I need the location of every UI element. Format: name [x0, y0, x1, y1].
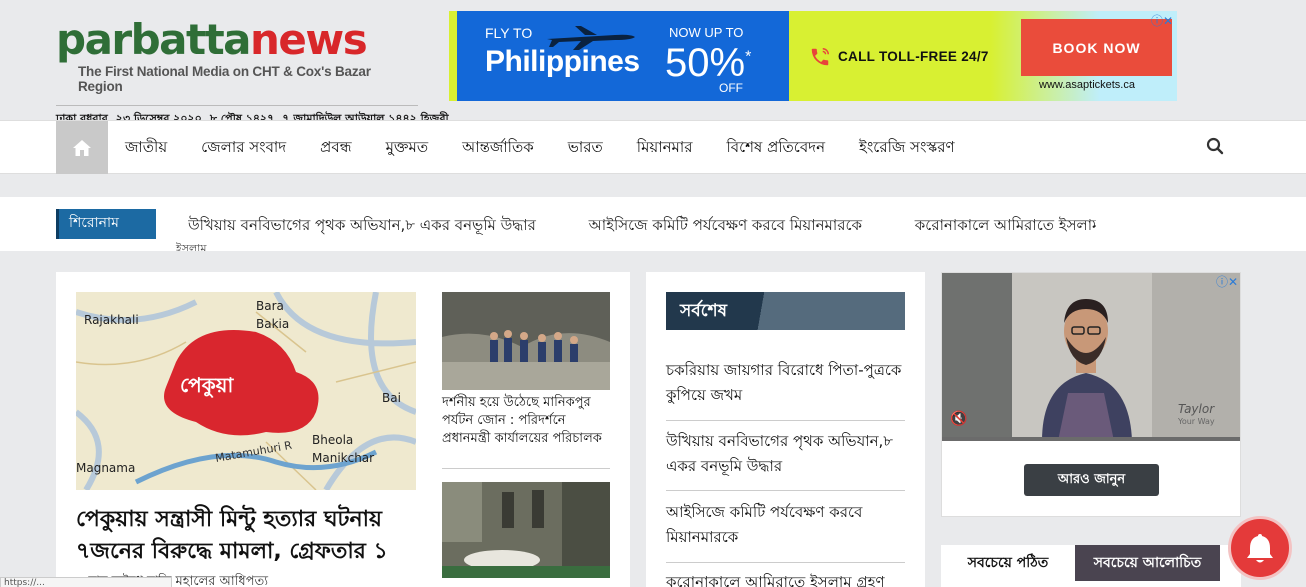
- map-label: Magnama: [76, 461, 135, 475]
- headline-ticker: শিরোনাম উখিয়ায় বনবিভাগের পৃথক অভিযান,৮…: [0, 197, 1306, 251]
- nav-item-articles[interactable]: প্রবন্ধ: [303, 121, 368, 174]
- ad-info-close-icon[interactable]: ⓘ✕: [1151, 12, 1173, 29]
- ad-info-close-icon[interactable]: ⓘ✕: [1216, 273, 1238, 290]
- map-label: Bai: [382, 391, 401, 405]
- map-label: Bakia: [256, 317, 289, 331]
- phone-icon: [809, 46, 831, 73]
- ticker-overflow-text: ইসলাম: [176, 242, 207, 251]
- map-label-pekua: পেকুয়া: [180, 373, 234, 398]
- latest-news: সর্বশেষ চকরিয়ায় জায়গার বিরোধে পিতা-পু…: [646, 272, 925, 587]
- site-tagline: The First National Media on CHT & Cox's …: [78, 64, 371, 94]
- ad-now-up-to: NOW UP TO: [669, 25, 744, 40]
- map-label: Manikchar: [312, 451, 374, 465]
- ticker-label: শিরোনাম: [56, 209, 156, 239]
- featured-news: Rajakhali Bara Bakia পেকুয়া Bai Bheola …: [56, 272, 630, 587]
- ticker-item[interactable]: উখিয়ায় বনবিভাগের পৃথক অভিযান,৮ একর বনভ…: [188, 216, 536, 234]
- ad-percent: 50%*: [665, 41, 751, 86]
- nav-item-myanmar[interactable]: মিয়ানমার: [620, 121, 710, 174]
- video-ad[interactable]: Taylor Your Way 🔇 ⓘ✕ আরও জানুন: [941, 272, 1241, 517]
- home-icon[interactable]: [56, 121, 108, 174]
- search-icon[interactable]: [1206, 137, 1226, 157]
- side-news-image[interactable]: [442, 292, 610, 390]
- bell-icon: [1247, 534, 1273, 563]
- divider: [666, 420, 905, 421]
- ticker-item[interactable]: আইসিজে কমিটি পর্যবেক্ষণ করবে মিয়ানমারকে: [589, 216, 862, 234]
- side-news-title[interactable]: ...: [442, 582, 454, 587]
- side-news-image[interactable]: [442, 482, 610, 578]
- learn-more-button[interactable]: আরও জানুন: [1024, 464, 1159, 496]
- video-progress-bar[interactable]: [942, 437, 1240, 441]
- ad-asterisk: *: [745, 48, 752, 66]
- lead-headline[interactable]: পেকুয়ায় সন্ত্রাসী মিন্টু হত্যার ঘটনায়…: [76, 504, 416, 568]
- ticker-line: উখিয়ায় বনবিভাগের পৃথক অভিযান,৮ একর বনভ…: [188, 214, 1096, 251]
- site-logo[interactable]: parbattanews The First National Media on…: [56, 18, 449, 125]
- divider: [666, 490, 905, 491]
- side-news-title[interactable]: দর্শনীয় হয়ে উঠেছে মানিকপুর পর্যটন জোন …: [442, 394, 612, 448]
- tab-most-read[interactable]: সবচেয়ে পঠিত: [941, 545, 1075, 581]
- book-now-button[interactable]: BOOK NOW: [1021, 19, 1172, 76]
- ad-left-panel: FLY TO Philippines NOW UP TO 50%* OFF: [449, 11, 789, 101]
- logo-part-red: news: [250, 15, 368, 64]
- ticker-item[interactable]: করোনাকালে আমিরাতে ইসলাম: [915, 216, 1096, 234]
- popular-tabs: সবচেয়ে পঠিত সবচেয়ে আলোচিত: [941, 545, 1241, 587]
- nav-item-english-edition[interactable]: ইংরেজি সংস্করণ: [842, 121, 972, 174]
- map-label: Bara: [256, 299, 284, 313]
- nav-item-international[interactable]: আন্তর্জাতিক: [445, 121, 551, 174]
- lead-map-image[interactable]: Rajakhali Bara Bakia পেকুয়া Bai Bheola …: [76, 292, 416, 490]
- logo-part-green: parbatta: [56, 15, 252, 64]
- ad-site: www.asaptickets.ca: [1039, 79, 1135, 91]
- nav-item-special-report[interactable]: বিশেষ প্রতিবেদন: [709, 121, 842, 174]
- video-brand: Taylor: [1178, 402, 1215, 416]
- map-label: Bheola: [312, 433, 353, 447]
- nav-item-opinion[interactable]: মুক্তমত: [369, 121, 445, 174]
- latest-item[interactable]: করোনাকালে আমিরাতে ইসলাম গ্রহণ: [666, 570, 905, 587]
- logo-wordmark: parbattanews: [56, 18, 416, 62]
- video-brand-sub: Your Way: [1177, 417, 1215, 426]
- ad-toll-free: CALL TOLL-FREE 24/7: [838, 49, 989, 64]
- main-navigation: জাতীয় জেলার সংবাদ প্রবন্ধ মুক্তমত আন্তর…: [0, 120, 1306, 174]
- nav-item-india[interactable]: ভারত: [551, 121, 620, 174]
- divider: [666, 562, 905, 563]
- video-player[interactable]: Taylor Your Way 🔇: [942, 273, 1240, 441]
- ad-off: OFF: [719, 81, 743, 95]
- top-banner-ad[interactable]: FLY TO Philippines NOW UP TO 50%* OFF CA…: [449, 11, 1177, 101]
- nav-items: জাতীয় জেলার সংবাদ প্রবন্ধ মুক্তমত আন্তর…: [108, 121, 972, 174]
- notification-bell-button[interactable]: [1228, 516, 1292, 580]
- nav-item-national[interactable]: জাতীয়: [108, 121, 184, 174]
- status-bar-url: https://...: [0, 577, 172, 587]
- divider: [442, 468, 610, 469]
- ad-destination: Philippines: [485, 45, 640, 78]
- latest-heading: সর্বশেষ: [666, 292, 905, 330]
- ad-right-panel: CALL TOLL-FREE 24/7 BOOK NOW www.asaptic…: [789, 11, 1177, 101]
- map-label: Rajakhali: [84, 313, 139, 327]
- nav-item-district-news[interactable]: জেলার সংবাদ: [184, 121, 303, 174]
- mute-icon[interactable]: 🔇: [950, 411, 967, 427]
- tab-most-discussed[interactable]: সবচেয়ে আলোচিত: [1075, 545, 1220, 581]
- latest-item[interactable]: আইসিজে কমিটি পর্যবেক্ষণ করবে মিয়ানমারকে: [666, 500, 905, 550]
- latest-item[interactable]: উখিয়ায় বনবিভাগের পৃথক অভিযান,৮ একর বনভ…: [666, 429, 905, 479]
- latest-heading-text: সর্বশেষ: [680, 301, 727, 321]
- header: parbattanews The First National Media on…: [0, 0, 1306, 125]
- ad-stripe: [449, 11, 457, 101]
- ad-fly-to: FLY TO: [485, 25, 533, 41]
- latest-item[interactable]: চকরিয়ায় জায়গার বিরোধে পিতা-পুত্রকে কু…: [666, 358, 905, 408]
- ad-percent-value: 50%: [665, 41, 746, 85]
